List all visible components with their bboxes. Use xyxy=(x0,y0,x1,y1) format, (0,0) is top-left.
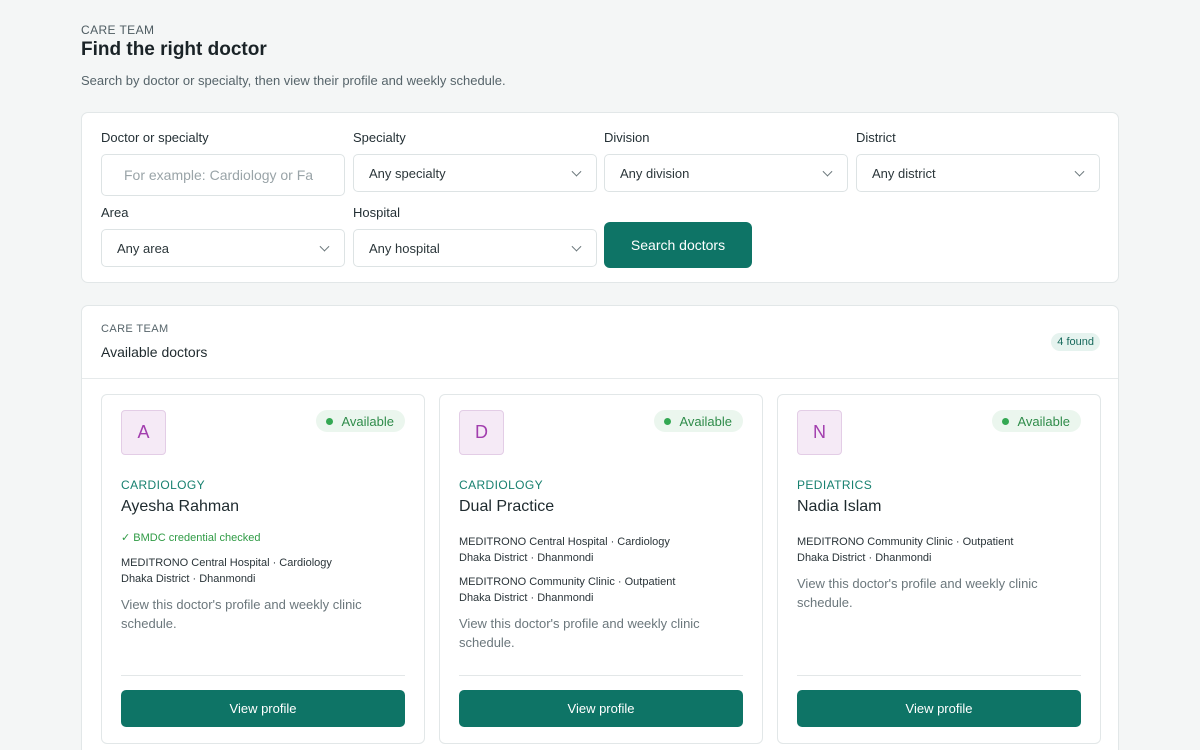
results-panel: CARE TEAM Available doctors 4 found A Av… xyxy=(81,305,1119,750)
district-select-value: Any district xyxy=(872,165,936,181)
area-label: Area xyxy=(101,205,129,220)
division-field: Division Any division xyxy=(604,130,848,192)
status-dot-icon xyxy=(326,417,334,425)
district-label: District xyxy=(856,130,896,145)
doctor-name: Dual Practice xyxy=(459,498,555,515)
doctor-description: View this doctor's profile and weekly cl… xyxy=(797,576,1038,610)
specialty-select[interactable]: Any specialty xyxy=(353,154,597,192)
area-field: Area Any area xyxy=(101,205,345,267)
doctor-name: Nadia Islam xyxy=(797,498,882,515)
location-line: MEDITRONO Central Hospital · Cardiology xyxy=(459,536,670,548)
status-badge: Available xyxy=(654,410,743,432)
hospital-select[interactable]: Any hospital xyxy=(353,229,597,267)
chevron-down-icon xyxy=(319,241,330,252)
specialty-select-value: Any specialty xyxy=(369,165,446,181)
page-title: Find the right doctor xyxy=(81,39,267,60)
page-subtitle: Search by doctor or specialty, then view… xyxy=(81,73,506,88)
query-label: Doctor or specialty xyxy=(101,130,209,145)
status-label: Available xyxy=(1017,413,1070,429)
location-line: Dhaka District · Dhanmondi xyxy=(121,573,256,585)
location-line: Dhaka District · Dhanmondi xyxy=(459,552,594,564)
doctor-specialty: CARDIOLOGY xyxy=(121,478,206,492)
chevron-down-icon xyxy=(571,166,582,177)
hospital-select-value: Any hospital xyxy=(369,240,440,256)
doctor-description: View this doctor's profile and weekly cl… xyxy=(121,597,362,631)
query-input[interactable]: For example: Cardiology or Fa xyxy=(101,154,345,196)
hospital-field: Hospital Any hospital xyxy=(353,205,597,267)
status-dot-icon xyxy=(664,417,672,425)
location-line: MEDITRONO Central Hospital · Cardiology xyxy=(121,557,332,569)
status-dot-icon xyxy=(1002,417,1010,425)
view-profile-button[interactable]: View profile xyxy=(459,690,743,727)
divider xyxy=(797,675,1081,676)
practice-location: MEDITRONO Community Clinic · Outpatient … xyxy=(459,574,675,606)
area-select-value: Any area xyxy=(117,240,170,256)
division-select[interactable]: Any division xyxy=(604,154,848,192)
query-field: Doctor or specialty For example: Cardiol… xyxy=(101,130,345,196)
avatar: N xyxy=(797,410,842,455)
location-line: Dhaka District · Dhanmondi xyxy=(459,592,594,604)
doctor-specialty: CARDIOLOGY xyxy=(459,478,544,492)
chevron-down-icon xyxy=(822,166,833,177)
location-line: Dhaka District · Dhanmondi xyxy=(797,552,932,564)
chevron-down-icon xyxy=(571,241,582,252)
chevron-down-icon xyxy=(1074,166,1085,177)
specialty-label: Specialty xyxy=(353,130,406,145)
divider xyxy=(459,675,743,676)
view-profile-button[interactable]: View profile xyxy=(121,690,405,727)
division-select-value: Any division xyxy=(620,165,690,181)
doctor-specialty: PEDIATRICS xyxy=(797,478,873,492)
results-header: CARE TEAM Available doctors 4 found xyxy=(82,306,1118,379)
avatar: A xyxy=(121,410,166,455)
location-line: MEDITRONO Community Clinic · Outpatient xyxy=(797,536,1014,548)
practice-location: MEDITRONO Central Hospital · Cardiology … xyxy=(121,555,332,587)
doctor-description: View this doctor's profile and weekly cl… xyxy=(459,616,700,650)
practice-location: MEDITRONO Central Hospital · Cardiology … xyxy=(459,534,670,566)
search-doctors-button[interactable]: Search doctors xyxy=(604,222,752,268)
search-form: Doctor or specialty For example: Cardiol… xyxy=(81,112,1119,283)
district-field: District Any district xyxy=(856,130,1100,192)
doctor-card: D Available CARDIOLOGY Dual Practice MED… xyxy=(439,394,763,744)
specialty-field: Specialty Any specialty xyxy=(353,130,597,192)
status-badge: Available xyxy=(992,410,1081,432)
avatar: D xyxy=(459,410,504,455)
divider xyxy=(121,675,405,676)
doctor-name: Ayesha Rahman xyxy=(121,498,239,515)
credential-note: ✓ BMDC credential checked xyxy=(121,532,261,544)
view-profile-button[interactable]: View profile xyxy=(797,690,1081,727)
page-eyebrow: CARE TEAM xyxy=(81,23,155,37)
doctor-card: A Available CARDIOLOGY Ayesha Rahman ✓ B… xyxy=(101,394,425,744)
district-select[interactable]: Any district xyxy=(856,154,1100,192)
results-eyebrow: CARE TEAM xyxy=(101,323,169,335)
location-line: MEDITRONO Community Clinic · Outpatient xyxy=(459,576,676,588)
hospital-label: Hospital xyxy=(353,205,400,220)
doctor-card: N Available PEDIATRICS Nadia Islam MEDIT… xyxy=(777,394,1101,744)
practice-location: MEDITRONO Community Clinic · Outpatient … xyxy=(797,534,1013,566)
status-label: Available xyxy=(341,413,394,429)
results-title: Available doctors xyxy=(101,344,208,360)
status-badge: Available xyxy=(316,410,405,432)
division-label: Division xyxy=(604,130,650,145)
results-count-badge: 4 found xyxy=(1051,333,1100,351)
status-label: Available xyxy=(679,413,732,429)
area-select[interactable]: Any area xyxy=(101,229,345,267)
